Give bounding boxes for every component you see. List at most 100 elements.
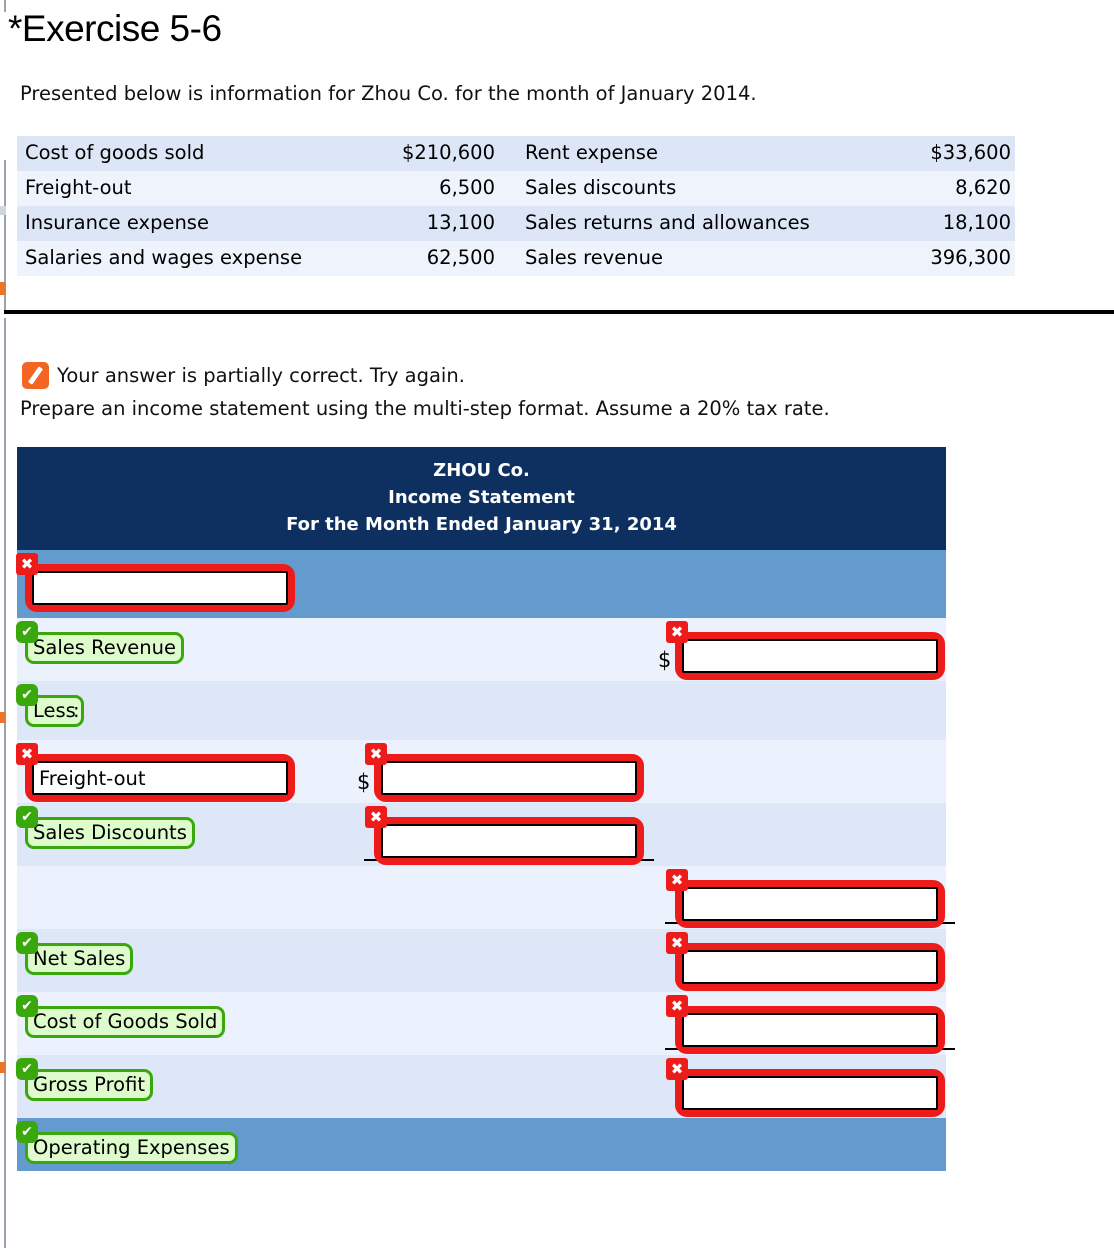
g-label2: Sales revenue — [525, 246, 663, 269]
x-icon: ✖ — [666, 932, 688, 954]
answer-field-incorrect[interactable]: Freight-out ✖ — [16, 743, 295, 802]
answer-input[interactable] — [682, 1013, 938, 1047]
statement-row: Sales Revenue ✔ $ ✖ — [16, 618, 946, 681]
answer-token-correct[interactable]: Cost of Goods Sold ✔ — [16, 995, 226, 1038]
edge-tick-1 — [0, 206, 6, 215]
page-title: *Exercise 5-6 — [8, 8, 222, 49]
answer-input[interactable] — [682, 887, 938, 921]
statement-company: ZHOU Co. — [433, 460, 530, 481]
intro-text: Presented below is information for Zhou … — [20, 82, 757, 105]
task-prompt: Prepare an income statement using the mu… — [20, 397, 830, 420]
input-wrapper[interactable] — [374, 754, 644, 802]
answer-token-correct[interactable]: Operating Expenses ✔ — [16, 1121, 238, 1164]
feedback-text: Your answer is partially correct. Try ag… — [57, 364, 465, 387]
answer-token-correct[interactable]: Sales Discounts ✔ — [16, 806, 195, 849]
g-val2: $33,600 — [930, 141, 1011, 164]
answer-input[interactable] — [381, 761, 637, 795]
gutter-rule-bottom — [4, 318, 6, 1248]
input-wrapper[interactable] — [374, 817, 644, 865]
statement-row: Cost of Goods Sold ✔ ✖ — [16, 992, 955, 1055]
token-chip[interactable]: Sales Discounts — [25, 817, 195, 849]
statement-row: Sales Discounts ✔ ✖ — [16, 803, 946, 866]
label-suffix: : — [73, 699, 80, 722]
answer-input[interactable] — [682, 1076, 938, 1110]
income-statement-form: ZHOU Co. Income Statement For the Month … — [16, 447, 955, 1171]
statement-report-title: Income Statement — [388, 487, 575, 508]
currency-symbol: $ — [658, 648, 672, 672]
g-val1: 6,500 — [439, 176, 495, 199]
token-chip[interactable]: Operating Expenses — [25, 1132, 238, 1164]
statement-row: Net Sales ✔ ✖ — [16, 929, 946, 992]
g-val1: 13,100 — [426, 211, 495, 234]
g-label1: Salaries and wages expense — [25, 246, 303, 269]
token-chip[interactable]: Gross Profit — [25, 1069, 154, 1101]
g-label1: Cost of goods sold — [25, 141, 205, 164]
token-chip[interactable]: Sales Revenue — [25, 632, 185, 664]
statement-header: ZHOU Co. Income Statement For the Month … — [17, 447, 946, 550]
token-chip[interactable]: Cost of Goods Sold — [25, 1006, 226, 1038]
g-label2: Sales discounts — [525, 176, 677, 199]
table-row: Insurance expense 13,100 Sales returns and… — [17, 206, 1015, 241]
given-data-table: Cost of goods sold $210,600 Rent expense $3… — [17, 136, 1015, 276]
statement-row: Freight-out ✖ $ ✖ — [16, 740, 946, 803]
gutter-rule-top — [4, 0, 6, 12]
x-icon: ✖ — [666, 621, 688, 643]
check-icon: ✔ — [16, 1121, 38, 1143]
answer-field-incorrect[interactable]: ✖ — [666, 995, 945, 1054]
pencil-icon — [22, 362, 49, 389]
answer-token-correct[interactable]: Net Sales ✔ — [16, 932, 134, 975]
check-icon: ✔ — [16, 806, 38, 828]
answer-field-incorrect[interactable]: ✖ — [16, 553, 295, 612]
answer-field-incorrect[interactable]: ✖ — [365, 806, 644, 865]
statement-row: Gross Profit ✔ ✖ — [16, 1055, 946, 1118]
x-icon: ✖ — [666, 869, 688, 891]
g-label1: Freight-out — [25, 176, 132, 199]
check-icon: ✔ — [16, 684, 38, 706]
x-icon: ✖ — [16, 743, 38, 765]
answer-field-incorrect[interactable]: ✖ — [666, 932, 945, 991]
answer-input[interactable] — [381, 824, 637, 858]
check-icon: ✔ — [16, 995, 38, 1017]
answer-input[interactable] — [682, 639, 938, 673]
input-wrapper[interactable] — [675, 880, 945, 928]
answer-field-incorrect[interactable]: ✖ — [365, 743, 644, 802]
g-val2: 8,620 — [955, 176, 1011, 199]
statement-row: Less ✔: — [16, 681, 946, 740]
statement-period: For the Month Ended January 31, 2014 — [286, 514, 677, 535]
answer-input[interactable] — [682, 950, 938, 984]
feedback-banner: Your answer is partially correct. Try ag… — [22, 362, 465, 389]
g-label2: Sales returns and allowances — [525, 211, 810, 234]
statement-row: ✖ — [17, 866, 955, 929]
check-icon: ✔ — [16, 621, 38, 643]
section-divider — [4, 310, 1114, 314]
input-wrapper[interactable] — [675, 632, 945, 680]
answer-field-incorrect[interactable]: ✖ — [666, 621, 945, 680]
answer-token-correct[interactable]: Sales Revenue ✔ — [16, 621, 185, 664]
answer-input[interactable]: Freight-out — [32, 761, 288, 795]
x-icon: ✖ — [666, 995, 688, 1017]
input-wrapper[interactable] — [675, 943, 945, 991]
check-icon: ✔ — [16, 932, 38, 954]
g-val1: 62,500 — [426, 246, 495, 269]
x-icon: ✖ — [365, 806, 387, 828]
currency-symbol: $ — [357, 770, 371, 794]
token-chip[interactable]: Net Sales — [25, 943, 134, 975]
statement-row: Operating Expenses ✔ — [16, 1118, 946, 1171]
answer-field-incorrect[interactable]: ✖ — [666, 869, 945, 928]
input-wrapper[interactable] — [675, 1006, 945, 1054]
g-val2: 18,100 — [942, 211, 1011, 234]
input-wrapper[interactable]: Freight-out — [25, 754, 295, 802]
answer-input[interactable] — [32, 571, 288, 605]
table-row: Salaries and wages expense 62,500 Sales re… — [17, 241, 1015, 276]
x-icon: ✖ — [16, 553, 38, 575]
g-val1: $210,600 — [401, 141, 495, 164]
edge-tick-orange-3 — [0, 1062, 6, 1073]
answer-field-incorrect[interactable]: ✖ — [666, 1058, 945, 1117]
table-row: Freight-out 6,500 Sales discounts 8,620 — [17, 171, 1015, 206]
input-wrapper[interactable] — [25, 564, 295, 612]
input-wrapper[interactable] — [675, 1069, 945, 1117]
answer-token-correct[interactable]: Gross Profit ✔ — [16, 1058, 154, 1101]
x-icon: ✖ — [666, 1058, 688, 1080]
edge-tick-orange-2 — [0, 712, 6, 723]
edge-tick-orange — [0, 282, 6, 295]
